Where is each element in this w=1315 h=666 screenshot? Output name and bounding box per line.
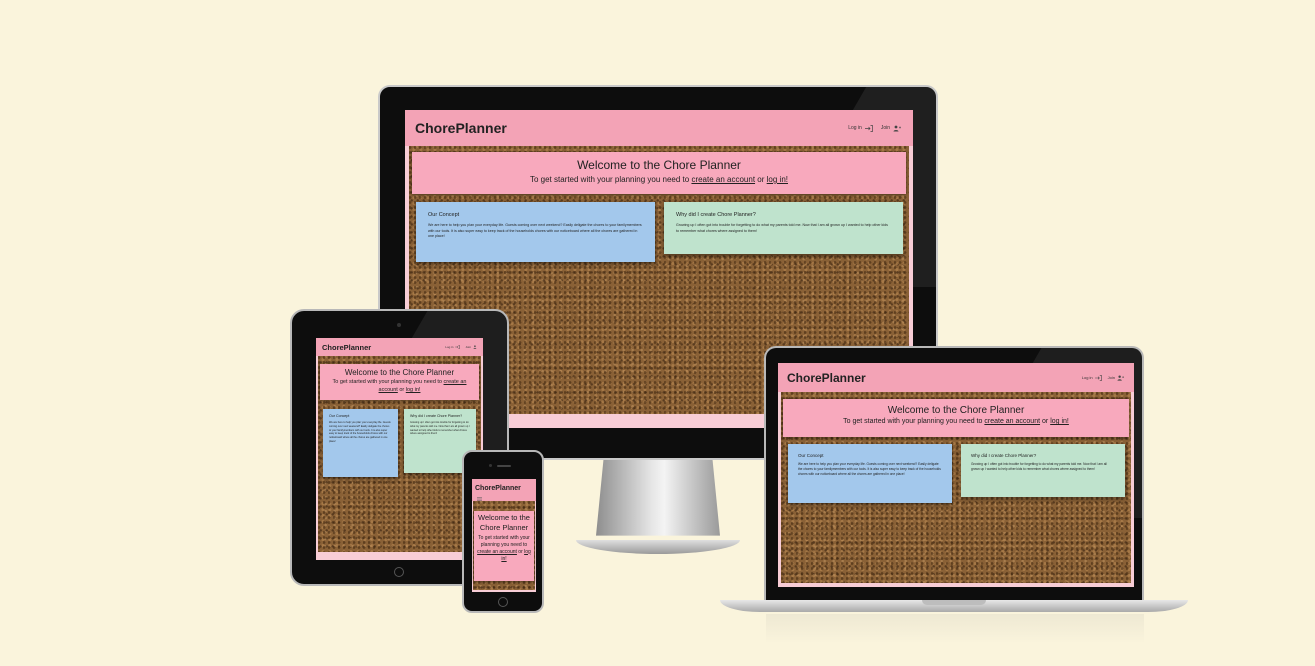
phone-camera: [489, 464, 492, 467]
monitor-stand-base: [576, 540, 740, 554]
login-link[interactable]: log in!: [406, 387, 421, 393]
why-card: Why did I create Chore Planner? Growing …: [961, 444, 1125, 497]
login-icon[interactable]: [455, 345, 461, 349]
nav-login-link[interactable]: Log in: [445, 345, 453, 349]
welcome-subtitle: To get started with your planning you ne…: [326, 379, 473, 394]
welcome-title: Welcome to the Chore Planner: [478, 513, 530, 532]
concept-card: Our Concept We are here to help you plan…: [788, 444, 952, 503]
concept-text: We are here to help you plan your everyd…: [329, 421, 391, 443]
join-user-icon[interactable]: [1117, 375, 1124, 381]
nav-join-link[interactable]: Join: [465, 345, 471, 349]
apple-logo-area: [643, 435, 673, 445]
laptop-navbar: ChorePlanner Log in Join: [778, 363, 1134, 392]
welcome-title: Welcome to the Chore Planner: [577, 158, 741, 172]
why-text: Growing up I often got into trouble for …: [676, 223, 888, 233]
phone-navbar: ChorePlanner: [472, 479, 536, 501]
welcome-subtitle: To get started with your planning you ne…: [783, 418, 1129, 425]
why-text: Growing up I often got into trouble for …: [971, 462, 1107, 471]
phone-speaker: [497, 465, 511, 467]
tablet-home-button[interactable]: [394, 567, 404, 577]
welcome-title: Welcome to the Chore Planner: [887, 405, 1025, 416]
phone-screen: ChorePlanner Welcome to the Chore Planne…: [472, 479, 536, 592]
concept-text: We are here to help you plan your everyd…: [428, 223, 642, 239]
brand-logo[interactable]: ChorePlanner: [322, 343, 371, 352]
concept-text: We are here to help you plan your everyd…: [798, 462, 941, 476]
login-link[interactable]: log in!: [767, 175, 788, 184]
welcome-title: Welcome to the Chore Planner: [344, 368, 455, 377]
welcome-box: Welcome to the Chore Planner To get star…: [320, 364, 479, 400]
concept-title: Our Concept: [329, 414, 350, 418]
laptop-shadow: [766, 614, 1144, 644]
phone-site: ChorePlanner Welcome to the Chore Planne…: [472, 479, 536, 592]
join-user-icon[interactable]: [893, 125, 901, 132]
why-title: Why did I create Chore Planner?: [971, 453, 1037, 458]
tablet-navbar: ChorePlanner Log in Join: [316, 338, 483, 356]
nav-login-link[interactable]: Log in: [848, 125, 862, 131]
nav-join-link[interactable]: Join: [881, 125, 890, 131]
phone-home-button[interactable]: [498, 597, 508, 607]
phone: ChorePlanner Welcome to the Chore Planne…: [462, 450, 544, 613]
why-text: Growing up I often got into trouble for …: [410, 421, 470, 436]
concept-card: Our Concept We are here to help you plan…: [416, 202, 655, 262]
login-icon[interactable]: [864, 124, 873, 132]
nav-links: Log in Join: [848, 124, 901, 132]
welcome-box: Welcome to the Chore Planner To get star…: [474, 511, 534, 581]
tablet-camera: [397, 323, 401, 327]
welcome-subtitle-text: To get started with your planning you ne…: [478, 534, 530, 548]
nav-login-link[interactable]: Log in: [1082, 375, 1093, 380]
desktop-navbar: ChorePlanner Log in Join: [405, 110, 913, 146]
brand-logo[interactable]: ChorePlanner: [475, 479, 533, 492]
join-user-icon[interactable]: [473, 345, 478, 349]
welcome-or: or: [399, 386, 405, 393]
welcome-subtitle-text: To get started with your planning you ne…: [843, 418, 983, 425]
welcome-or: or: [757, 175, 765, 184]
brand-logo[interactable]: ChorePlanner: [415, 120, 507, 136]
nav-links: Log in Join: [1082, 374, 1124, 381]
concept-title: Our Concept: [428, 212, 460, 218]
login-icon[interactable]: [1094, 374, 1102, 381]
why-card: Why did I create Chore Planner? Growing …: [664, 202, 903, 254]
welcome-box: Welcome to the Chore Planner To get star…: [783, 399, 1129, 437]
concept-card: Our Concept We are here to help you plan…: [323, 409, 398, 477]
create-account-link[interactable]: create an account: [691, 175, 755, 184]
nav-links: Log in Join: [445, 345, 478, 349]
welcome-or: or: [1042, 418, 1049, 425]
welcome-subtitle: To get started with your planning you ne…: [412, 175, 906, 184]
create-account-link[interactable]: create an account: [984, 418, 1040, 425]
laptop-site: ChorePlanner Log in Join Welcome to the …: [778, 363, 1134, 587]
welcome-subtitle-text: To get started with your planning you ne…: [332, 379, 442, 385]
why-title: Why did I create Chore Planner?: [410, 414, 463, 418]
welcome-or: or: [518, 548, 523, 555]
nav-join-link[interactable]: Join: [1108, 375, 1115, 380]
laptop-screen: ChorePlanner Log in Join Welcome to the …: [778, 363, 1134, 587]
tablet-site: ChorePlanner Log in Join Welcome to the …: [316, 338, 483, 560]
laptop-notch: [922, 600, 986, 605]
brand-logo[interactable]: ChorePlanner: [787, 371, 866, 385]
welcome-subtitle-text: To get started with your planning you ne…: [529, 175, 690, 184]
login-link[interactable]: log in!: [1050, 418, 1069, 425]
create-account-link[interactable]: create an account: [477, 549, 517, 555]
monitor-stand: [596, 460, 720, 536]
tablet-screen: ChorePlanner Log in Join Welcome to the …: [316, 338, 483, 560]
why-title: Why did I create Chore Planner?: [676, 212, 756, 218]
concept-title: Our Concept: [798, 453, 824, 458]
welcome-box: Welcome to the Chore Planner To get star…: [412, 152, 906, 194]
welcome-subtitle: To get started with your planning you ne…: [476, 535, 532, 563]
laptop: ChorePlanner Log in Join Welcome to the …: [764, 346, 1144, 602]
